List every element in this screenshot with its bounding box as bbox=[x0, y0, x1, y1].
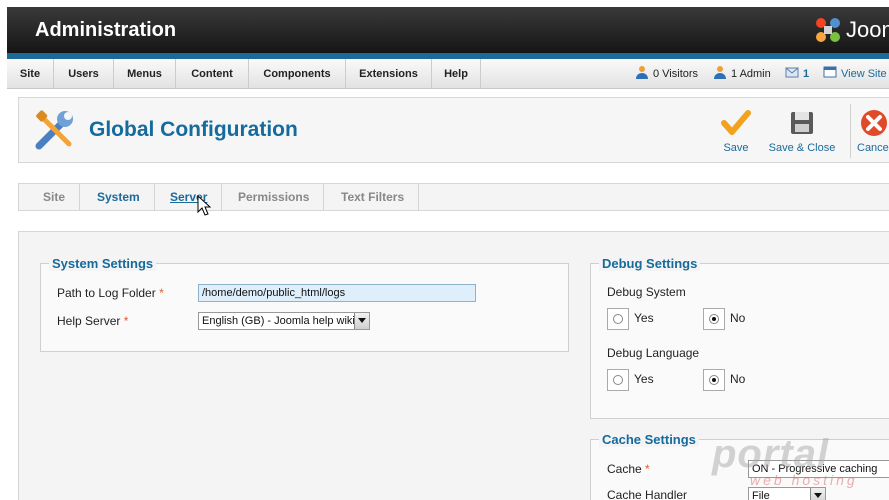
watermark-sub: web hosting bbox=[750, 472, 858, 488]
help-server-label: Help Server * bbox=[57, 314, 128, 328]
admin-icon bbox=[714, 66, 726, 80]
floppy-disk-icon bbox=[791, 112, 813, 134]
menu-users[interactable]: Users bbox=[54, 59, 114, 89]
page-title: Global Configuration bbox=[89, 118, 298, 141]
log-path-input[interactable]: /home/demo/public_html/logs bbox=[198, 284, 476, 302]
debug-language-yes-label: Yes bbox=[634, 372, 654, 386]
help-server-label-text: Help Server bbox=[57, 314, 121, 328]
view-site-icon bbox=[823, 66, 837, 78]
debug-language-no-label: No bbox=[730, 372, 746, 386]
save-button[interactable]: Save bbox=[717, 108, 755, 154]
mouse-cursor-icon bbox=[197, 195, 211, 216]
messages-count: 1 bbox=[803, 68, 810, 80]
save-close-button[interactable]: Save & Close bbox=[767, 108, 837, 154]
help-server-select[interactable]: English (GB) - Joomla help wiki bbox=[198, 312, 370, 330]
status-visitors: 0 Visitors bbox=[635, 59, 698, 89]
log-path-label: Path to Log Folder * bbox=[57, 286, 164, 300]
debug-settings-fieldset: Debug Settings Debug System Yes No Debug… bbox=[590, 256, 889, 419]
watermark-main: portal bbox=[712, 432, 830, 476]
menu-components[interactable]: Components bbox=[249, 59, 346, 89]
menu-extensions[interactable]: Extensions bbox=[346, 59, 432, 89]
required-mark: * bbox=[159, 286, 164, 300]
cache-label-text: Cache bbox=[607, 462, 642, 476]
debug-system-yes-label: Yes bbox=[634, 311, 654, 325]
config-tabs: Site System Server Permissions Text Filt… bbox=[18, 183, 889, 211]
required-mark: * bbox=[123, 314, 129, 328]
menu-menus[interactable]: Menus bbox=[114, 59, 176, 89]
radio-dot bbox=[613, 314, 623, 324]
cancel-label: Cance bbox=[857, 142, 889, 154]
dropdown-arrow-icon bbox=[354, 313, 369, 329]
tab-system[interactable]: System bbox=[83, 184, 155, 210]
cache-label: Cache * bbox=[607, 462, 650, 476]
main-menu: Site Users Menus Content Components Exte… bbox=[7, 59, 889, 89]
messages-icon bbox=[785, 67, 799, 78]
system-settings-legend: System Settings bbox=[49, 256, 157, 271]
debug-language-no-radio[interactable] bbox=[703, 369, 725, 391]
radio-dot-selected bbox=[709, 375, 719, 385]
help-server-value: English (GB) - Joomla help wiki bbox=[202, 315, 355, 327]
cancel-icon bbox=[861, 110, 887, 136]
tab-server[interactable]: Server bbox=[156, 184, 223, 210]
checkmark-icon bbox=[721, 110, 751, 135]
status-admins: 1 Admin bbox=[713, 59, 771, 89]
view-site-link[interactable]: View Site bbox=[823, 59, 887, 89]
system-settings-fieldset: System Settings Path to Log Folder * /ho… bbox=[40, 256, 569, 352]
debug-system-yes-radio[interactable] bbox=[607, 308, 629, 330]
view-site-label: View Site bbox=[841, 68, 887, 80]
radio-dot bbox=[613, 375, 623, 385]
save-label: Save bbox=[723, 142, 749, 154]
tab-site[interactable]: Site bbox=[29, 184, 81, 210]
joomla-logo-icon bbox=[816, 18, 840, 42]
admin-header: Administration Jooml bbox=[7, 7, 889, 53]
admins-count: 1 Admin bbox=[731, 68, 771, 80]
tools-icon bbox=[35, 110, 73, 150]
log-path-label-text: Path to Log Folder bbox=[57, 286, 156, 300]
save-close-label: Save & Close bbox=[768, 142, 836, 154]
debug-language-label: Debug Language bbox=[607, 346, 700, 360]
menu-site[interactable]: Site bbox=[7, 59, 54, 89]
debug-system-label: Debug System bbox=[607, 285, 686, 299]
watermark: portal web hosting bbox=[712, 432, 862, 492]
debug-system-no-radio[interactable] bbox=[703, 308, 725, 330]
toolbar-divider bbox=[850, 104, 851, 158]
debug-system-no-label: No bbox=[730, 311, 746, 325]
tab-text-filters[interactable]: Text Filters bbox=[327, 184, 420, 210]
tab-permissions[interactable]: Permissions bbox=[224, 184, 325, 210]
required-mark: * bbox=[645, 462, 650, 476]
header-title: Administration bbox=[35, 19, 177, 41]
joomla-logo[interactable]: Jooml bbox=[813, 13, 889, 47]
debug-settings-legend: Debug Settings bbox=[599, 256, 701, 271]
menu-content[interactable]: Content bbox=[176, 59, 249, 89]
cancel-button[interactable]: Cance bbox=[857, 108, 889, 154]
status-messages[interactable]: 1 bbox=[785, 59, 809, 89]
radio-dot-selected bbox=[709, 314, 719, 324]
visitors-icon bbox=[636, 66, 648, 80]
debug-language-yes-radio[interactable] bbox=[607, 369, 629, 391]
toolbar: Global Configuration Save Save & Close C… bbox=[18, 97, 889, 163]
cache-handler-label: Cache Handler bbox=[607, 488, 688, 500]
menu-help[interactable]: Help bbox=[432, 59, 481, 89]
joomla-wordmark: Jooml bbox=[846, 17, 889, 42]
cache-settings-legend: Cache Settings bbox=[599, 432, 699, 447]
visitors-count: 0 Visitors bbox=[653, 68, 699, 80]
